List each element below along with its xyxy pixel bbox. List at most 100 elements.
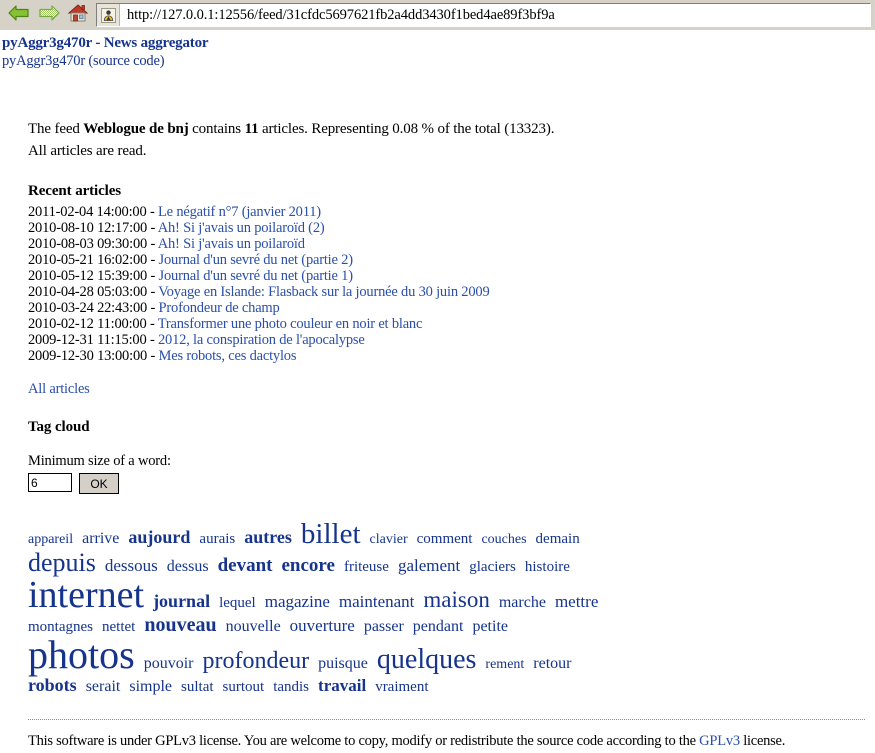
tag-cloud-word[interactable]: marche [499,594,546,611]
article-separator: - [147,252,159,268]
list-item: 2010-05-21 16:02:00 - Journal d'un sevré… [28,252,855,268]
footer-text-after: license. [739,733,786,749]
tag-cloud-word[interactable]: nouvelle [226,618,281,635]
tag-cloud-word[interactable]: mettre [555,592,598,611]
back-button[interactable] [4,2,34,28]
ok-button[interactable]: OK [79,473,119,494]
article-separator: - [146,204,158,220]
tag-cloud-word[interactable]: maison [423,587,489,612]
tag-cloud-word[interactable]: couches [481,532,526,547]
tag-cloud-word[interactable]: retour [533,655,571,672]
footer: This software is under GPLv3 license. Yo… [28,733,785,750]
list-item: 2010-03-24 22:43:00 - Profondeur de cham… [28,300,855,316]
tag-cloud-word[interactable]: rement [485,657,524,672]
list-item: 2010-08-10 12:17:00 - Ah! Si j'avais un … [28,220,855,236]
tag-cloud-word[interactable]: serait [86,678,121,695]
tag-cloud-word[interactable]: appareil [28,532,73,547]
tag-cloud-word[interactable]: friteuse [344,559,389,575]
site-subtitle: pyAggr3g470r (source code) [2,53,875,70]
tag-cloud-word[interactable]: demain [536,531,580,547]
tag-cloud-word[interactable]: vraiment [375,679,428,695]
tag-cloud-word[interactable]: ouverture [290,616,355,635]
article-separator: - [146,332,158,348]
source-code-link[interactable]: (source code) [88,53,164,69]
tag-cloud-word[interactable]: passer [364,618,404,635]
tag-cloud-heading: Tag cloud [28,419,90,435]
tag-cloud: appareil arrive aujourd aurais autres bi… [28,518,606,695]
list-item: 2011-02-04 14:00:00 - Le négatif n°7 (ja… [28,204,855,220]
tag-cloud-word[interactable]: aurais [199,531,235,547]
article-date: 2011-02-04 14:00:00 [28,204,147,220]
tag-cloud-word[interactable]: internet [28,574,144,616]
tag-cloud-word[interactable]: travail [318,676,366,695]
article-link[interactable]: Journal d'un sevré du net (partie 1) [159,268,354,284]
tag-cloud-word[interactable]: robots [28,675,77,695]
tag-cloud-word[interactable]: comment [417,531,473,547]
tag-cloud-word[interactable]: devant [218,555,273,576]
article-link[interactable]: Profondeur de champ [159,300,280,316]
article-separator: - [147,348,159,364]
article-date: 2010-03-24 22:43:00 [28,300,148,316]
min-size-input[interactable] [28,473,72,492]
list-item: 2010-04-28 05:03:00 - Voyage en Islande:… [28,284,855,300]
article-link[interactable]: 2012, la conspiration de l'apocalypse [158,332,365,348]
home-button[interactable] [64,2,92,28]
tag-cloud-word[interactable]: simple [129,678,172,695]
tag-cloud-word[interactable]: sultat [181,679,214,695]
address-bar[interactable]: http://127.0.0.1:12556/feed/31cfdc569762… [96,3,871,27]
article-link[interactable]: Voyage en Islande: Flasback sur la journ… [158,284,489,300]
tag-cloud-word[interactable]: lequel [219,595,256,611]
min-size-label: Minimum size of a word: [28,453,171,469]
tag-cloud-word[interactable]: clavier [370,532,408,547]
article-link[interactable]: Mes robots, ces dactylos [159,348,297,364]
summary-suffix: articles. Representing 0.08 % of the tot… [258,121,555,137]
recent-articles-heading: Recent articles [28,183,122,199]
article-link[interactable]: Le négatif n°7 (janvier 2011) [158,204,321,220]
tag-cloud-word[interactable]: journal [153,591,210,611]
tag-cloud-word[interactable]: quelques [377,644,477,675]
tag-cloud-word[interactable]: encore [281,555,334,576]
all-articles-link[interactable]: All articles [28,381,855,398]
tag-cloud-word[interactable]: tandis [273,679,309,695]
tag-cloud-word[interactable]: autres [244,527,292,547]
tag-cloud-word[interactable]: magazine [265,592,330,611]
list-item: 2009-12-31 11:15:00 - 2012, la conspirat… [28,332,855,348]
article-link[interactable]: Ah! Si j'avais un poilaroïd [158,236,305,252]
forward-button[interactable] [34,2,64,28]
tag-cloud-word[interactable]: petite [472,618,508,635]
article-link[interactable]: Transformer une photo couleur en noir et… [158,316,423,332]
tag-cloud-word[interactable]: photos [28,632,135,677]
tag-cloud-word[interactable]: arrive [82,530,119,547]
article-date: 2010-04-28 05:03:00 [28,284,148,300]
tag-cloud-word[interactable]: surtout [223,679,265,695]
tag-cloud-form: OK [28,473,855,494]
list-item: 2010-08-03 09:30:00 - Ah! Si j'avais un … [28,236,855,252]
tag-cloud-word[interactable]: profondeur [202,648,309,674]
summary-prefix: The feed [28,121,84,137]
article-link[interactable]: Ah! Si j'avais un poilaroïd (2) [158,220,325,236]
article-date: 2010-05-12 15:39:00 [28,268,148,284]
tag-cloud-word[interactable]: puisque [318,655,368,672]
tag-cloud-word[interactable]: depuis [28,548,96,577]
gplv3-link[interactable]: GPLv3 [699,733,740,749]
tag-cloud-word[interactable]: nouveau [144,614,216,636]
tag-cloud-word[interactable]: glaciers [469,559,516,575]
tag-cloud-word[interactable]: pouvoir [144,655,194,672]
tag-cloud-word[interactable]: dessous [105,556,158,575]
app-home-link[interactable]: pyAggr3g470r [2,53,85,69]
home-icon [67,3,89,28]
back-arrow-icon [8,4,30,27]
article-separator: - [147,220,158,236]
tag-cloud-word[interactable]: billet [301,518,361,550]
tag-cloud-word[interactable]: pendant [413,618,464,635]
article-date: 2010-02-12 11:00:00 [28,316,147,332]
tag-cloud-word[interactable]: aujourd [128,527,190,547]
article-separator: - [147,300,159,316]
tag-cloud-word[interactable]: galement [398,556,460,575]
tag-cloud-word[interactable]: maintenant [339,592,415,611]
article-separator: - [147,284,159,300]
article-link[interactable]: Journal d'un sevré du net (partie 2) [159,252,354,268]
tag-cloud-word[interactable]: histoire [525,559,570,575]
url-text: http://127.0.0.1:12556/feed/31cfdc569762… [127,6,555,23]
tag-cloud-word[interactable]: dessus [167,558,209,575]
